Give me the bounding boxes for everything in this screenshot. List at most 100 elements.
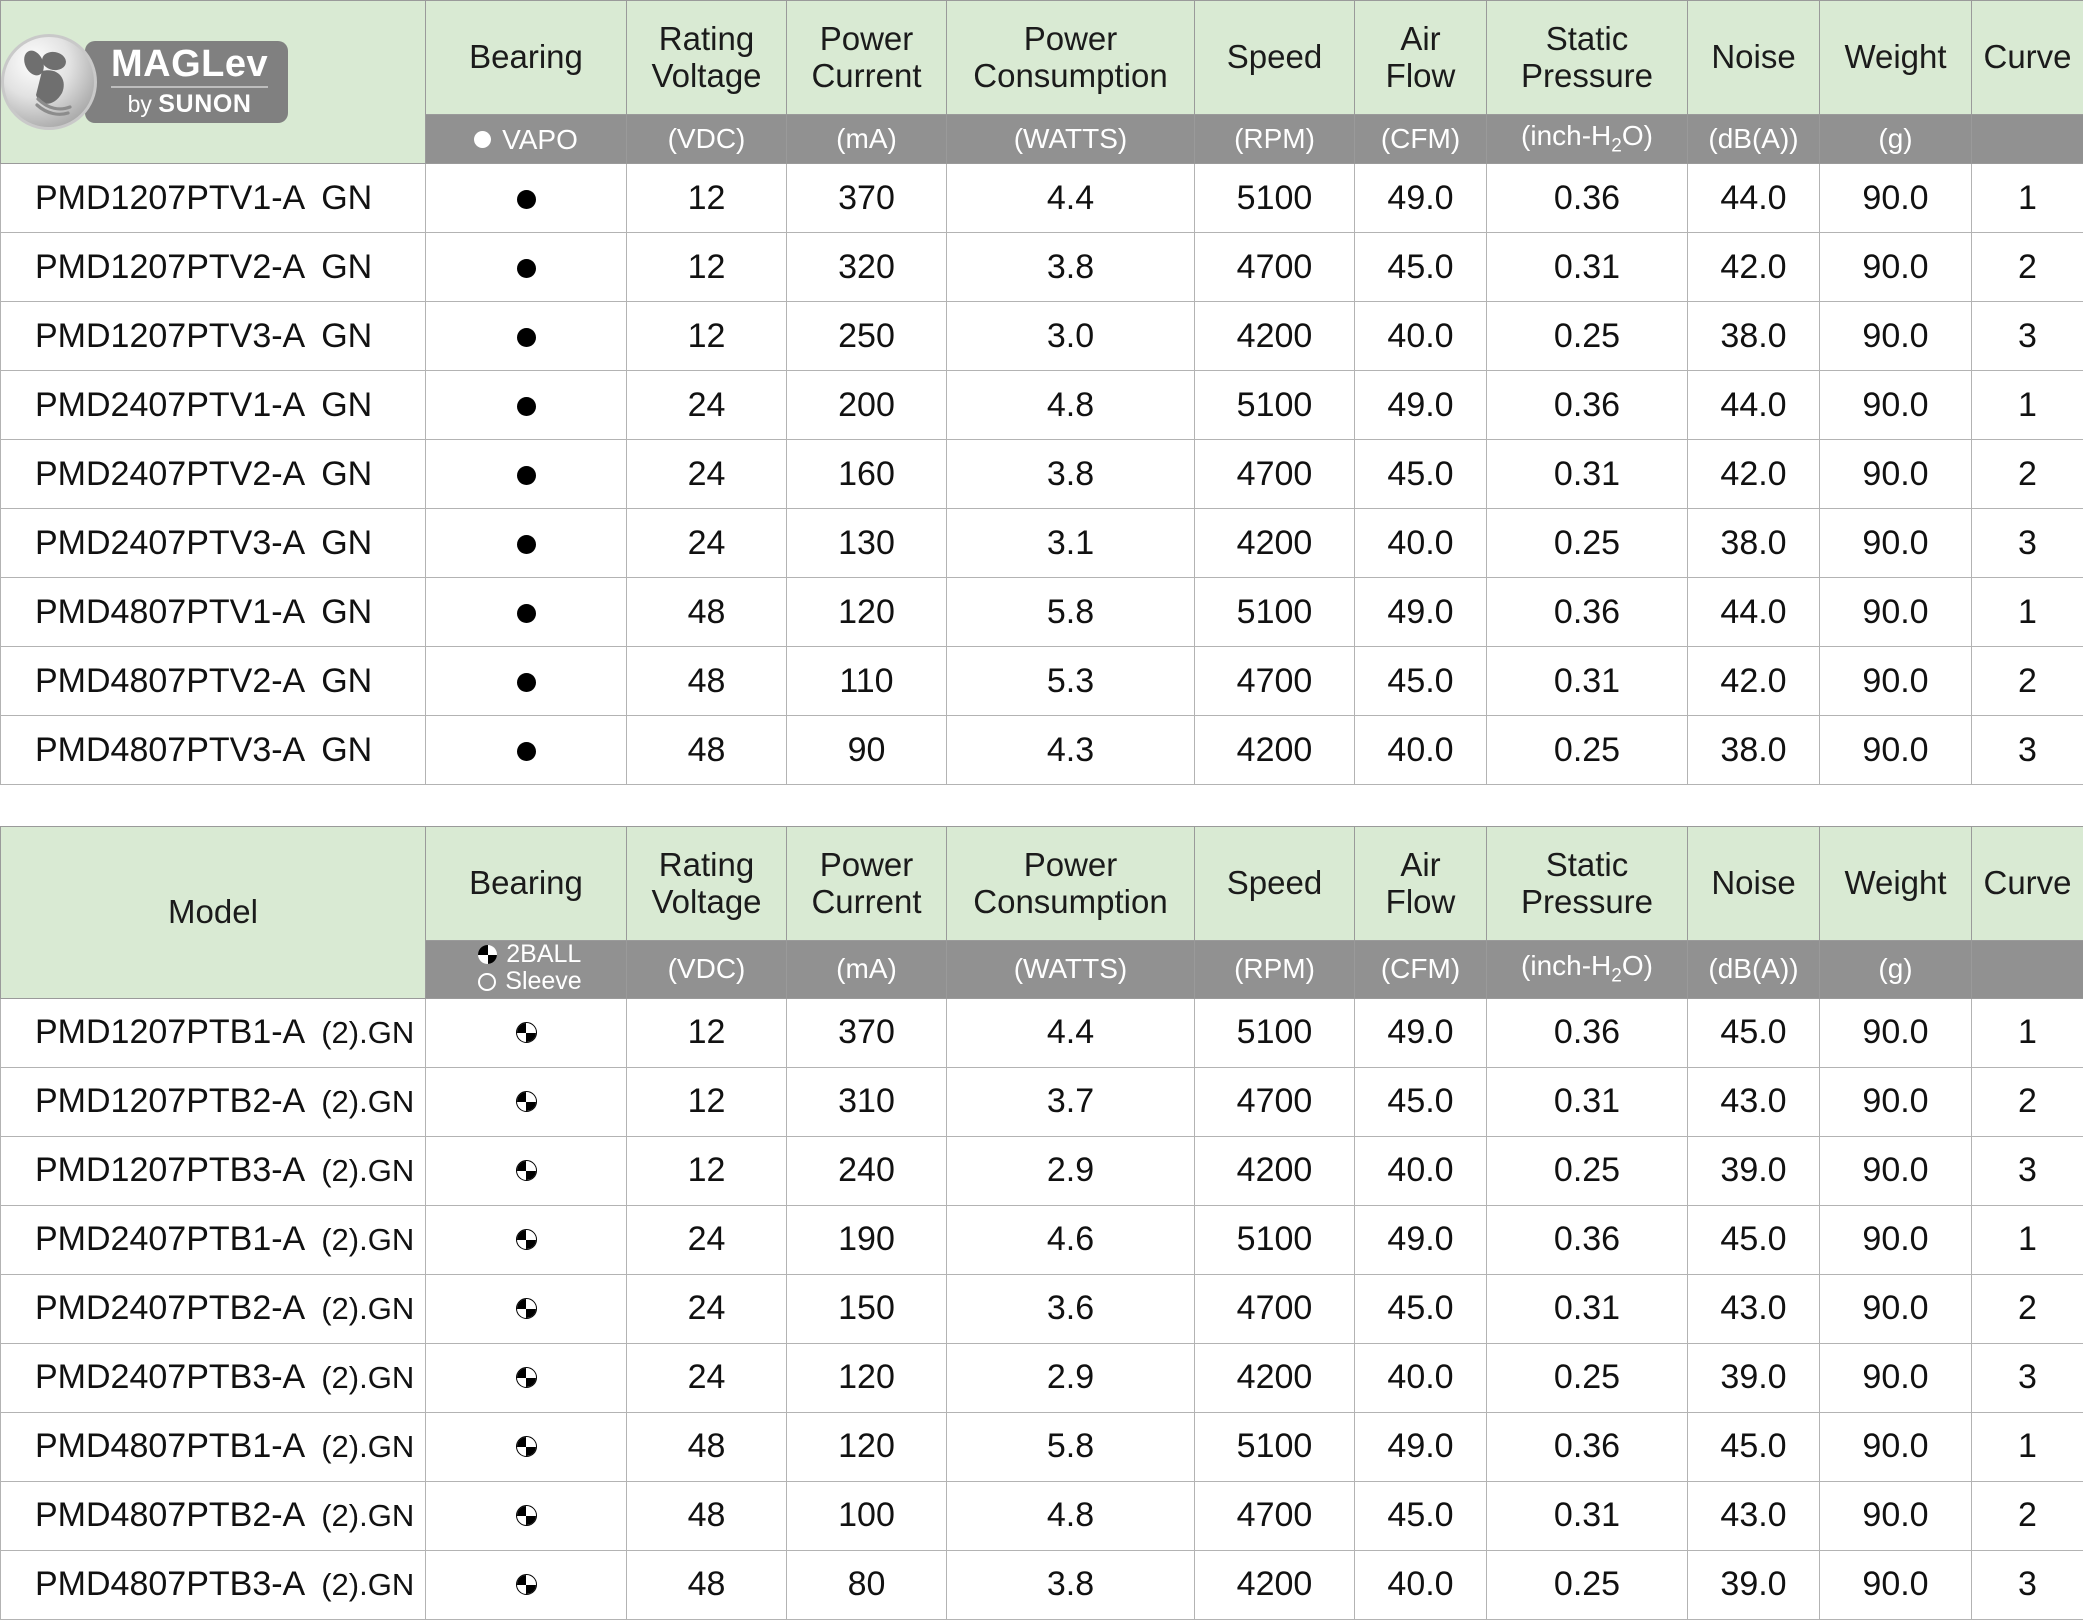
col-header-weight: Weight (1820, 827, 1972, 941)
col-header-curve: Curve (1972, 827, 2083, 941)
cell-power-consumption: 4.8 (947, 371, 1195, 440)
cell-power-current: 370 (787, 998, 947, 1067)
cell-noise: 45.0 (1688, 998, 1820, 1067)
cell-air-flow: 40.0 (1355, 1136, 1487, 1205)
cell-curve: 1 (1972, 1205, 2083, 1274)
table-row: PMD1207PTV1-AGN123704.4510049.00.3644.09… (1, 164, 2083, 233)
cell-power-current: 310 (787, 1067, 947, 1136)
cell-static-pressure: 0.31 (1487, 1274, 1688, 1343)
model-name: PMD1207PTV1-A (35, 179, 305, 217)
cell-curve: 2 (1972, 647, 2083, 716)
cell-speed: 4200 (1195, 302, 1355, 371)
cell-model: PMD1207PTB1-A(2).GN (1, 998, 426, 1067)
col-header-bearing: Bearing (426, 827, 627, 941)
cell-noise: 39.0 (1688, 1550, 1820, 1619)
cell-power-current: 80 (787, 1550, 947, 1619)
cell-model: PMD2407PTV1-AGN (1, 371, 426, 440)
cell-noise: 43.0 (1688, 1481, 1820, 1550)
cell-weight: 90.0 (1820, 1412, 1972, 1481)
cell-air-flow: 40.0 (1355, 509, 1487, 578)
cell-power-current: 100 (787, 1481, 947, 1550)
cell-speed: 4200 (1195, 1550, 1355, 1619)
two-ball-bearing-icon (516, 1229, 537, 1250)
cell-static-pressure: 0.31 (1487, 1481, 1688, 1550)
cell-speed: 5100 (1195, 1205, 1355, 1274)
cell-power-consumption: 4.3 (947, 716, 1195, 785)
table-row: PMD1207PTB1-A(2).GN123704.4510049.00.364… (1, 998, 2083, 1067)
cell-speed: 4700 (1195, 440, 1355, 509)
cell-noise: 44.0 (1688, 578, 1820, 647)
model-suffix: GN (305, 386, 372, 424)
model-name: PMD2407PTB3-A (35, 1358, 305, 1396)
cell-noise: 42.0 (1688, 647, 1820, 716)
filled-dot-icon (517, 466, 536, 485)
cell-air-flow: 45.0 (1355, 1481, 1487, 1550)
cell-power-consumption: 5.8 (947, 1412, 1195, 1481)
unit-noise: (dB(A)) (1688, 115, 1820, 164)
bearing-legend-ball-sleeve: 2BALL Sleeve (426, 941, 627, 999)
cell-power-consumption: 3.0 (947, 302, 1195, 371)
cell-weight: 90.0 (1820, 998, 1972, 1067)
model-suffix: (2).GN (305, 1153, 414, 1188)
cell-bearing (426, 440, 627, 509)
model-name: PMD2407PTB2-A (35, 1289, 305, 1327)
filled-dot-icon (517, 535, 536, 554)
cell-power-consumption: 5.3 (947, 647, 1195, 716)
sleeve-bearing-ring-icon (478, 973, 496, 991)
cell-curve: 1 (1972, 164, 2083, 233)
model-name: PMD1207PTB2-A (35, 1082, 305, 1120)
unit-current: (mA) (787, 115, 947, 164)
two-ball-bearing-icon (516, 1367, 537, 1388)
cell-curve: 2 (1972, 1274, 2083, 1343)
unit-consumption: (WATTS) (947, 941, 1195, 999)
cell-curve: 3 (1972, 302, 2083, 371)
cell-power-consumption: 3.8 (947, 233, 1195, 302)
model-name: PMD4807PTB2-A (35, 1496, 305, 1534)
cell-rating-voltage: 12 (627, 164, 787, 233)
cell-curve: 2 (1972, 1481, 2083, 1550)
cell-model: PMD4807PTB3-A(2).GN (1, 1550, 426, 1619)
cell-air-flow: 45.0 (1355, 647, 1487, 716)
model-name: PMD4807PTV2-A (35, 662, 305, 700)
maglev-brand-sunon: SUNON (158, 90, 251, 118)
cell-bearing (426, 1205, 627, 1274)
cell-model: PMD2407PTV3-AGN (1, 509, 426, 578)
cell-bearing (426, 1481, 627, 1550)
model-name: PMD1207PTV2-A (35, 248, 305, 286)
cell-rating-voltage: 48 (627, 1550, 787, 1619)
model-name: PMD2407PTV1-A (35, 386, 305, 424)
cell-speed: 5100 (1195, 1412, 1355, 1481)
unit-air-flow: (CFM) (1355, 115, 1487, 164)
table-row: PMD1207PTB3-A(2).GN122402.9420040.00.253… (1, 1136, 2083, 1205)
filled-dot-icon (517, 604, 536, 623)
cell-noise: 39.0 (1688, 1136, 1820, 1205)
model-name: PMD4807PTV1-A (35, 593, 305, 631)
cell-weight: 90.0 (1820, 1067, 1972, 1136)
cell-speed: 4200 (1195, 1136, 1355, 1205)
cell-power-current: 150 (787, 1274, 947, 1343)
cell-static-pressure: 0.25 (1487, 1343, 1688, 1412)
table1-header-row: MAGLev by SUNON Bearing Rating Voltage P… (1, 1, 2083, 115)
cell-rating-voltage: 12 (627, 1067, 787, 1136)
model-suffix: GN (305, 593, 372, 631)
cell-bearing (426, 302, 627, 371)
cell-model: PMD1207PTV2-AGN (1, 233, 426, 302)
cell-rating-voltage: 24 (627, 1205, 787, 1274)
maglev-brand-name: MAGLev (111, 45, 268, 88)
maglev-logo-cell: MAGLev by SUNON (1, 1, 426, 164)
cell-noise: 38.0 (1688, 509, 1820, 578)
cell-noise: 38.0 (1688, 302, 1820, 371)
table-row: PMD4807PTV3-AGN48904.3420040.00.2538.090… (1, 716, 2083, 785)
two-ball-bearing-icon (516, 1574, 537, 1595)
table-row: PMD4807PTV1-AGN481205.8510049.00.3644.09… (1, 578, 2083, 647)
model-suffix: (2).GN (305, 1567, 414, 1602)
cell-speed: 5100 (1195, 998, 1355, 1067)
cell-noise: 38.0 (1688, 716, 1820, 785)
cell-power-current: 120 (787, 1412, 947, 1481)
cell-noise: 44.0 (1688, 164, 1820, 233)
two-ball-bearing-icon (516, 1160, 537, 1181)
cell-air-flow: 40.0 (1355, 1550, 1487, 1619)
two-ball-bearing-icon (516, 1436, 537, 1457)
two-ball-bearing-icon (516, 1298, 537, 1319)
table-row: PMD1207PTV3-AGN122503.0420040.00.2538.09… (1, 302, 2083, 371)
